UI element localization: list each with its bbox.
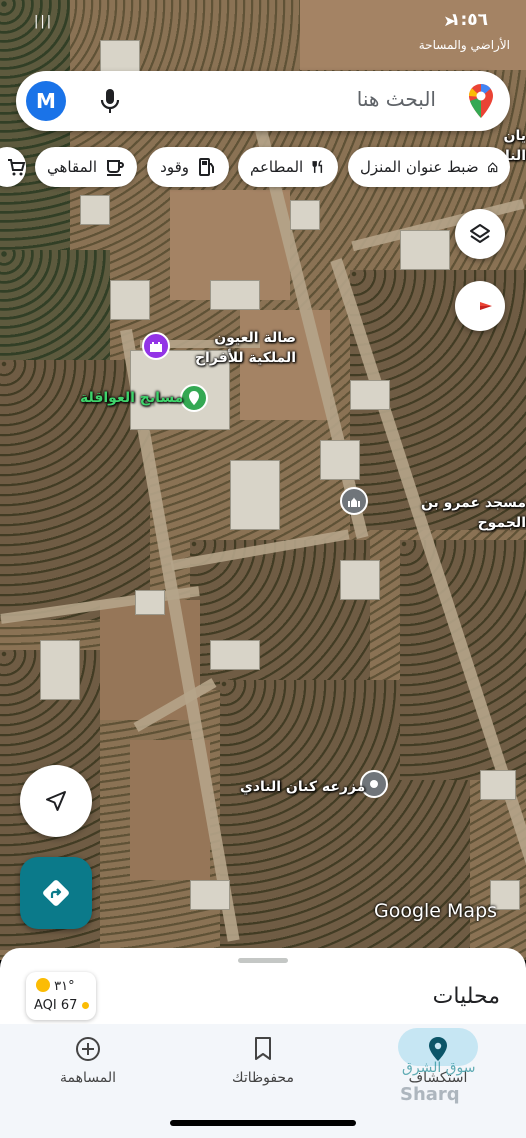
building (210, 640, 260, 670)
building (320, 440, 360, 480)
tab-label: محفوظاتك (232, 1070, 294, 1086)
weather-temp: ٣١° (36, 978, 75, 994)
fuel-icon (199, 158, 214, 176)
mosque-icon[interactable] (340, 487, 368, 515)
navigation-arrow-icon (46, 791, 66, 811)
sheet-grabber[interactable] (238, 958, 288, 963)
status-subtitle: الأراضي والمساحة (418, 38, 510, 52)
watermark-arabic: سوق الشرق (402, 1060, 476, 1076)
my-location-button[interactable] (20, 765, 92, 837)
tab-contribute[interactable]: المساهمة (13, 1024, 163, 1086)
pool-icon[interactable] (180, 384, 208, 412)
tab-explore[interactable]: استكشاف (363, 1024, 513, 1086)
tab-saved[interactable]: محفوظاتك (188, 1024, 338, 1086)
building (350, 380, 390, 410)
home-icon (487, 162, 497, 173)
building (190, 880, 230, 910)
sheet-title: محليات (432, 984, 500, 1009)
sun-icon (36, 978, 50, 992)
directions-icon (43, 880, 69, 906)
building (400, 230, 450, 270)
layers-icon (470, 224, 490, 243)
chip-label: المقاهي (47, 158, 97, 176)
chip-set-home[interactable]: ضبط عنوان المنزل (348, 147, 510, 187)
search-input[interactable]: البحث هنا (357, 87, 436, 111)
coffee-icon (107, 160, 125, 176)
restaurant-icon (312, 160, 323, 173)
status-time: ١:٥٦ (450, 10, 488, 30)
mic-icon[interactable] (98, 87, 122, 115)
chip-label: وقود (160, 158, 189, 176)
avatar[interactable]: M (26, 81, 66, 121)
building (340, 560, 380, 600)
home-indicator[interactable] (170, 1120, 356, 1126)
chip-fuel[interactable]: وقود (147, 147, 229, 187)
chip-coffee[interactable]: المقاهي (35, 147, 137, 187)
google-maps-logo: Google Maps (374, 900, 498, 922)
building (230, 460, 280, 530)
compass-icon (468, 302, 492, 310)
building (290, 200, 320, 230)
chip-label: المطاعم (250, 158, 304, 176)
building (80, 195, 110, 225)
building (480, 770, 516, 800)
cart-icon (8, 159, 26, 176)
place-label-farm[interactable]: مزرعه كنان النادي (240, 777, 365, 797)
building (135, 590, 165, 615)
layers-button[interactable] (455, 209, 505, 259)
google-maps-pin-icon (469, 84, 493, 118)
search-bar[interactable]: M البحث هنا (16, 71, 510, 131)
building (210, 280, 260, 310)
bookmark-icon (255, 1037, 271, 1060)
weather-card[interactable]: ٣١° AQI 67 (26, 972, 96, 1020)
building (110, 280, 150, 320)
place-label-mosque[interactable]: مسجد عمرو بن الجموح (372, 493, 526, 533)
weather-aqi-value: AQI 67 (34, 998, 78, 1013)
weather-temp-value: ٣١° (54, 979, 75, 994)
explore-pin-icon (429, 1037, 447, 1061)
compass-button[interactable] (455, 281, 505, 331)
status-bar: ||| ➤ ١:٥٦ الأراضي والمساحة (0, 0, 526, 52)
castle-icon[interactable] (142, 332, 170, 360)
place-label-hall[interactable]: صالة العيون الملكية للأفراح (176, 328, 296, 368)
aqi-dot-icon (81, 1002, 89, 1009)
place-label-pools[interactable]: مسابح العواقلة (80, 388, 183, 408)
directions-button[interactable] (20, 857, 92, 929)
chip-restaurants[interactable]: المطاعم (238, 147, 338, 187)
tab-label: المساهمة (60, 1070, 116, 1086)
signal-icon: ||| (34, 14, 54, 29)
building (40, 640, 80, 700)
watermark-latin: Sharq (400, 1084, 460, 1105)
add-circle-icon (76, 1037, 100, 1061)
chip-label: ضبط عنوان المنزل (360, 158, 479, 176)
weather-aqi: AQI 67 (34, 998, 89, 1013)
field (0, 250, 110, 360)
